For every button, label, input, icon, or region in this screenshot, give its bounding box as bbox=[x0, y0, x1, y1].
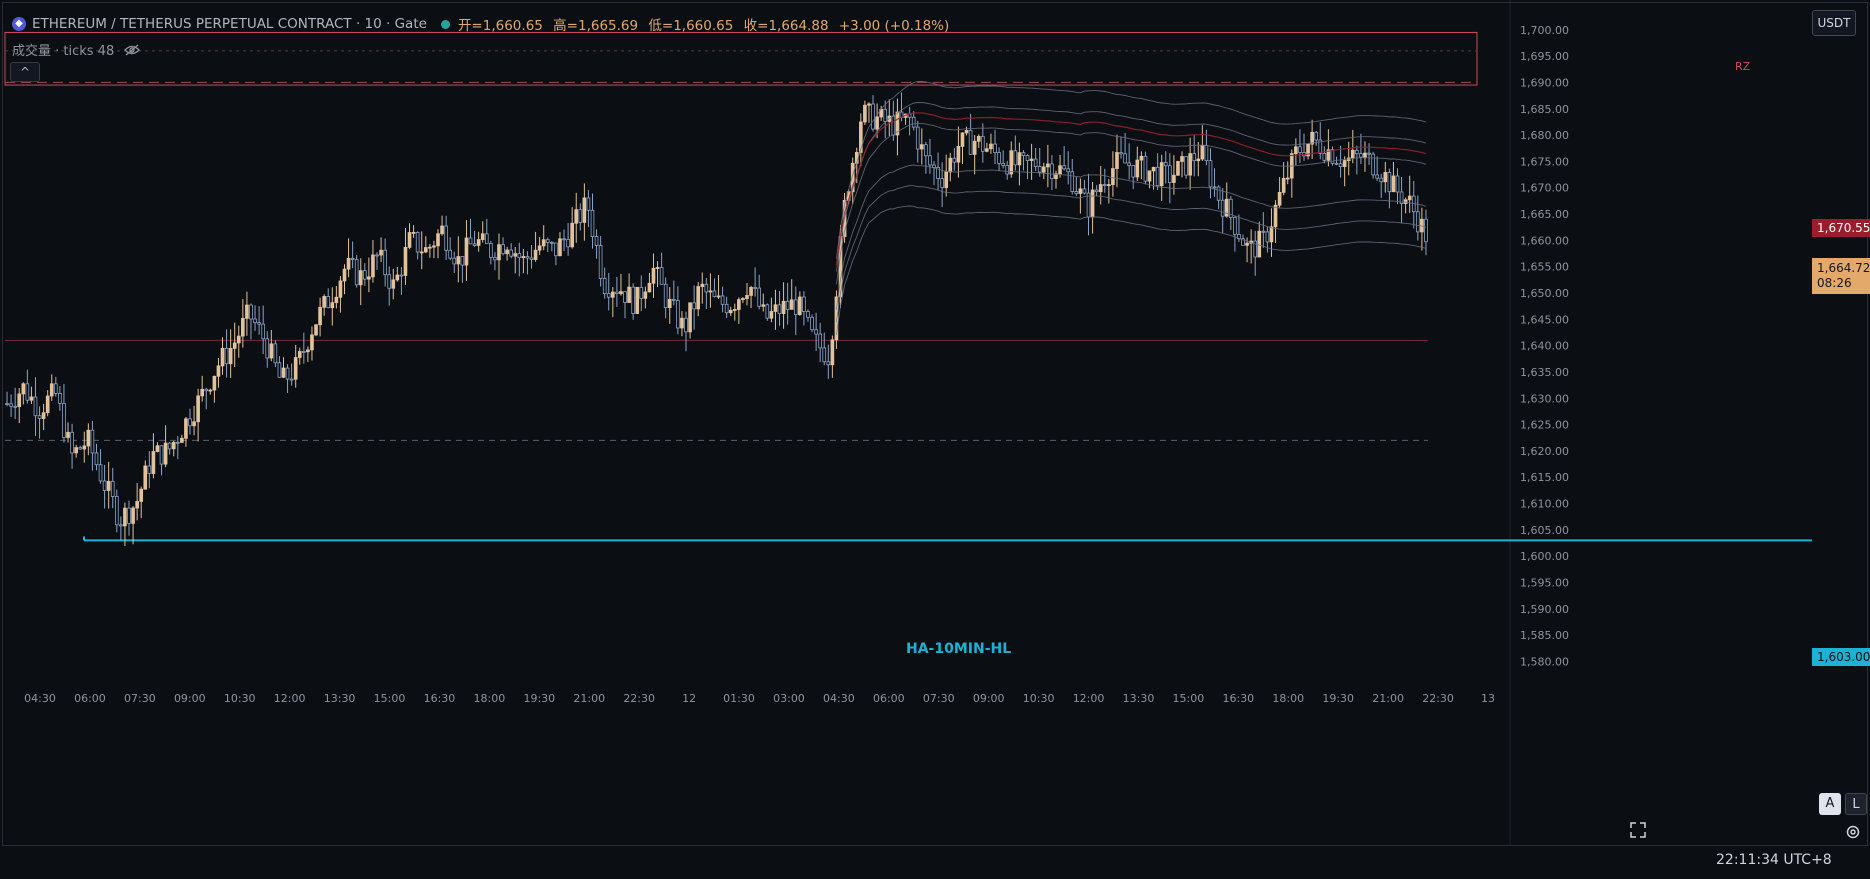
collapse-legend-button[interactable]: ^ bbox=[10, 62, 40, 82]
chevron-up-icon: ^ bbox=[19, 65, 31, 79]
current-price-tag: 1,664.72 08:26 bbox=[1812, 258, 1870, 294]
close-value: 收=1,664.88 bbox=[743, 18, 829, 34]
gear-icon[interactable] bbox=[1845, 824, 1861, 840]
volume-label: 成交量 · ticks 48 bbox=[12, 44, 115, 59]
exchange-label: Gate bbox=[394, 16, 427, 32]
eye-hidden-icon[interactable] bbox=[124, 44, 141, 56]
change-value: +3.00 (+0.18%) bbox=[838, 18, 950, 34]
currency-button[interactable]: USDT bbox=[1812, 10, 1856, 36]
ethereum-icon: ◆ bbox=[12, 17, 26, 31]
interval-label[interactable]: 10 bbox=[365, 16, 382, 32]
rz-zone-label: RZ bbox=[1735, 60, 1751, 73]
red-level-price-tag: 1,670.55 bbox=[1812, 219, 1870, 237]
clock-timezone[interactable]: 22:11:34 UTC+8 bbox=[1716, 852, 1832, 868]
current-price: 1,664.72 bbox=[1817, 261, 1870, 275]
hl-line-label: HA-10MIN-HL bbox=[900, 641, 1018, 657]
open-value: 开=1,660.65 bbox=[457, 18, 543, 34]
log-scale-button[interactable]: L bbox=[1845, 793, 1867, 815]
chart-frame bbox=[2, 2, 1868, 846]
auto-scale-button[interactable]: A bbox=[1819, 793, 1841, 815]
chart-legend: ◆ ETHEREUM / TETHERUS PERPETUAL CONTRACT… bbox=[12, 14, 955, 34]
fullscreen-icon[interactable] bbox=[1630, 822, 1646, 838]
volume-indicator-label[interactable]: 成交量 · ticks 48 bbox=[12, 40, 141, 59]
market-status-icon bbox=[440, 19, 450, 29]
ohlc-values: 开=1,660.65 高=1,665.69 低=1,660.65 收=1,664… bbox=[458, 14, 955, 34]
hl-level-price-tag: 1,603.00 bbox=[1812, 648, 1870, 666]
low-value: 低=1,660.65 bbox=[648, 18, 734, 34]
high-value: 高=1,665.69 bbox=[553, 18, 639, 34]
symbol-name[interactable]: ETHEREUM / TETHERUS PERPETUAL CONTRACT bbox=[32, 16, 352, 32]
bar-countdown: 08:26 bbox=[1817, 276, 1852, 290]
